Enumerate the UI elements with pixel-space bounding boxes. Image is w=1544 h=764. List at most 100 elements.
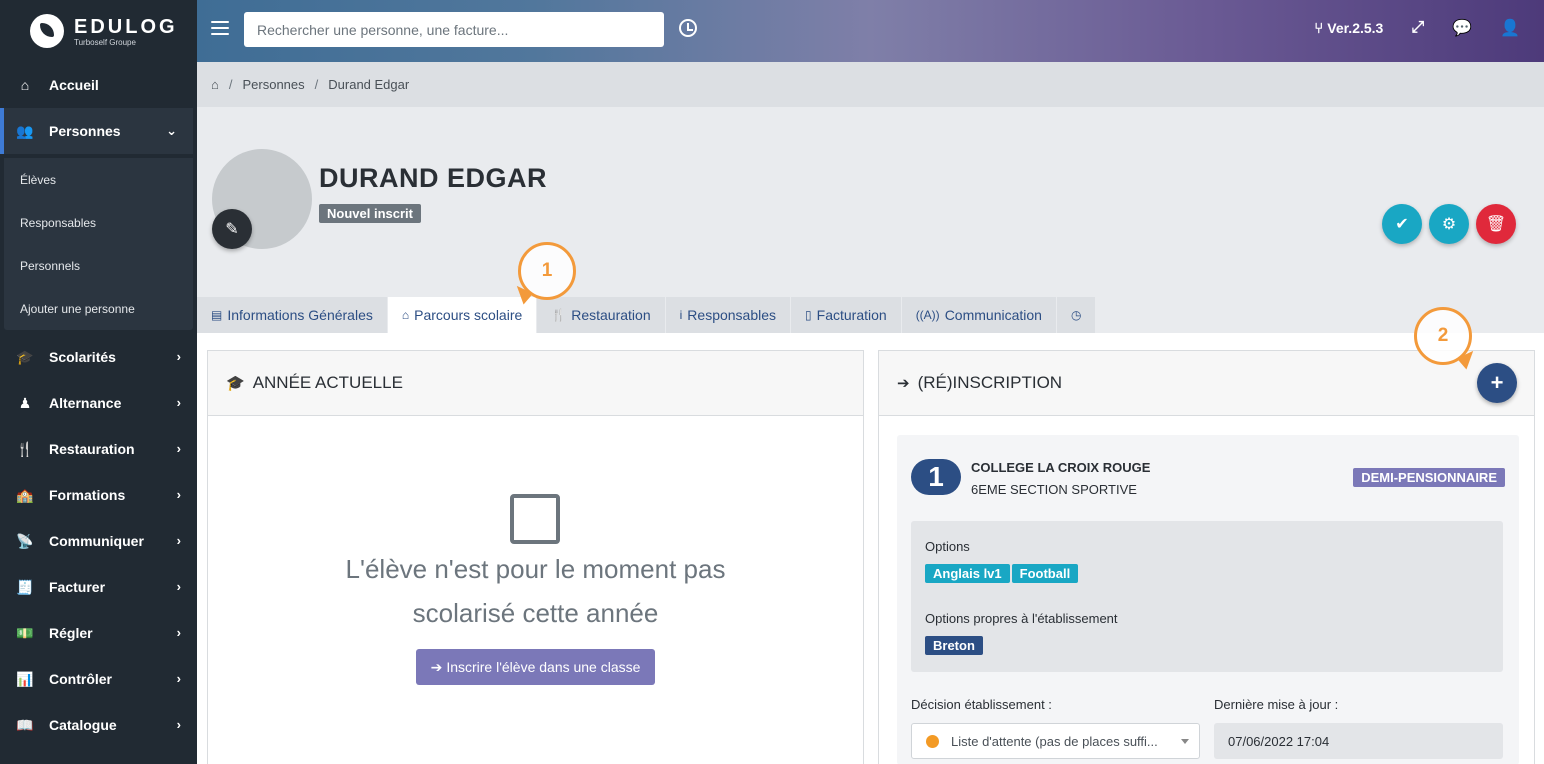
own-options-label: Options propres à l'établissement [925, 611, 1118, 626]
chevron-right-icon: › [176, 533, 181, 548]
breadcrumb-separator: / [314, 77, 319, 92]
school-class: 6EME SECTION SPORTIVE [971, 482, 1137, 497]
status-badge: Nouvel inscrit [319, 204, 421, 223]
empty-line-1: L'élève n'est pour le moment pas [345, 554, 726, 584]
options-panel: Options Anglais lv1 Football Options prop… [911, 521, 1503, 672]
tab-informations-generales[interactable]: ▤ Informations Générales [197, 297, 388, 333]
option-chip: Breton [925, 636, 983, 655]
sidebar-item-communiquer[interactable]: 📡 Communiquer › [0, 518, 197, 564]
tab-historique[interactable]: ◷ [1056, 297, 1097, 333]
home-icon[interactable]: ⌂ [211, 77, 219, 92]
page-title: DURAND EDGAR [319, 163, 547, 193]
invoice-icon: 🧾 [16, 578, 34, 595]
profile-header: ✎ DURAND EDGAR Nouvel inscrit ✔ ⚙ 🗑 [197, 107, 1544, 297]
sidebar-item-accueil[interactable]: ⌂ Accueil [0, 62, 197, 108]
chevron-right-icon: › [176, 579, 181, 594]
money-icon: 💵 [16, 624, 34, 641]
sidebar-item-scolarites[interactable]: 🎓 Scolarités › [0, 334, 197, 380]
submenu-item-responsables[interactable]: Responsables [4, 201, 193, 244]
breadcrumb: ⌂ / Personnes / Durand Edgar [197, 62, 1544, 107]
sidebar-item-alternance[interactable]: ♟ Alternance › [0, 380, 197, 426]
chevron-down-icon: ⌄ [166, 123, 177, 138]
decision-select[interactable]: Liste d'attente (pas de places suffi... [911, 723, 1200, 759]
trash-icon: 🗑 [1485, 216, 1507, 233]
chevron-right-icon: › [176, 717, 181, 732]
breadcrumb-separator: / [228, 77, 233, 92]
sidebar-item-label: Scolarités [49, 349, 116, 365]
sidebar-item-label: Catalogue [49, 717, 117, 733]
chart-icon: 📊 [16, 670, 34, 687]
book-icon: 📖 [16, 716, 34, 733]
version-label[interactable]: Ver.2.5.3 [1327, 20, 1383, 36]
submenu-item-personnels[interactable]: Personnels [4, 244, 193, 287]
chevron-right-icon: › [176, 671, 181, 686]
empty-line-2: scolarisé cette année [412, 598, 659, 628]
card-title: ANNÉE ACTUELLE [252, 373, 403, 392]
updated-date-field: 07/06/2022 17:04 [1214, 723, 1503, 759]
users-cog-button[interactable]: ⚙ [1429, 204, 1469, 244]
status-dot-icon [926, 734, 939, 748]
submenu-item-eleves[interactable]: Élèves [4, 158, 193, 201]
graduation-cap-icon: 🎓 [16, 348, 34, 365]
user-icon[interactable]: 👤 [1500, 18, 1520, 38]
breadcrumb-item-current: Durand Edgar [328, 77, 410, 92]
home-icon: ⌂ [20, 77, 30, 93]
sidebar-item-restauration[interactable]: 🍴 Restauration › [0, 426, 197, 472]
school-icon: 🏫 [16, 486, 34, 503]
person-icon: i [679, 308, 683, 322]
options-chips: Anglais lv1 Football [925, 564, 1080, 583]
submenu-item-ajouter-personne[interactable]: Ajouter une personne [4, 287, 193, 330]
sidebar-item-regler[interactable]: 💵 Régler › [0, 610, 197, 656]
inscription-number: 1 [911, 459, 961, 495]
tab-facturation[interactable]: ▯ Facturation [791, 297, 902, 333]
sidebar-item-label: Formations [49, 487, 126, 503]
tab-label: Communication [944, 307, 1042, 323]
history-icon[interactable] [679, 19, 697, 37]
sidebar-item-facturer[interactable]: 🧾 Facturer › [0, 564, 197, 610]
add-inscription-button[interactable]: + [1477, 363, 1517, 403]
decision-label: Décision établissement : [911, 697, 1052, 712]
regime-badge: DEMI-PENSIONNAIRE [1353, 468, 1505, 487]
hamburger-menu-icon[interactable] [211, 21, 229, 35]
inscription-entry: 1 COLLEGE LA CROIX ROUGE 6EME SECTION SP… [897, 435, 1519, 764]
sidebar-item-personnes[interactable]: 👥 Personnes ⌄ [0, 108, 193, 154]
delete-button[interactable]: 🗑 [1476, 204, 1516, 244]
options-label: Options [925, 539, 970, 554]
tab-label: Restauration [571, 307, 651, 323]
breadcrumb-item-personnes[interactable]: Personnes [242, 77, 304, 92]
sidebar-item-controler[interactable]: 📊 Contrôler › [0, 656, 197, 702]
chevron-right-icon: › [176, 349, 181, 364]
logo-title: EDULOG [74, 15, 178, 38]
tab-communication[interactable]: ((A)) Communication [901, 297, 1057, 333]
search-input[interactable] [244, 12, 664, 47]
personnes-submenu: Élèves Responsables Personnels Ajouter u… [4, 158, 193, 330]
user-check-button[interactable]: ✔ [1382, 204, 1422, 244]
tab-responsables[interactable]: i Responsables [665, 297, 792, 333]
card-title: (RÉ)INSCRIPTION [917, 373, 1063, 392]
tab-restauration[interactable]: 🍴 Restauration [537, 297, 666, 333]
sidebar-item-catalogue[interactable]: 📖 Catalogue › [0, 702, 197, 748]
sidebar-item-label: Régler [49, 625, 93, 641]
utensils-icon: 🍴 [551, 308, 567, 322]
logo[interactable]: EDULOG Turboself Groupe [0, 0, 197, 62]
option-chip: Football [1011, 564, 1079, 583]
invoice-icon: ▯ [805, 308, 812, 322]
chat-icon[interactable]: 💬 [1452, 18, 1472, 38]
sidebar-item-formations[interactable]: 🏫 Formations › [0, 472, 197, 518]
tab-parcours-scolaire[interactable]: ⌂ Parcours scolaire [387, 297, 538, 333]
empty-state-message: L'élève n'est pour le moment pas scolari… [208, 547, 863, 635]
sidebar-item-label: Contrôler [49, 671, 112, 687]
enroll-student-button[interactable]: ➔ Inscrire l'élève dans une classe [416, 649, 655, 685]
graduation-cap-icon: 🎓 [226, 375, 245, 392]
updated-label: Dernière mise à jour : [1214, 697, 1339, 712]
tab-label: Parcours scolaire [414, 307, 523, 323]
broadcast-icon: ((A)) [915, 308, 940, 322]
sidebar-item-label: Communiquer [49, 533, 144, 549]
user-tie-icon: ♟ [18, 394, 32, 411]
option-chip: Anglais lv1 [925, 564, 1010, 583]
card-header: 🎓 ANNÉE ACTUELLE [208, 351, 863, 416]
expand-icon[interactable]: ⤢ [1411, 19, 1424, 37]
reinscription-card: ➔ (RÉ)INSCRIPTION 1 COLLEGE LA CROIX ROU… [878, 350, 1535, 764]
users-cog-icon: ⚙ [1441, 216, 1457, 233]
edit-icon[interactable]: ✎ [212, 209, 252, 249]
